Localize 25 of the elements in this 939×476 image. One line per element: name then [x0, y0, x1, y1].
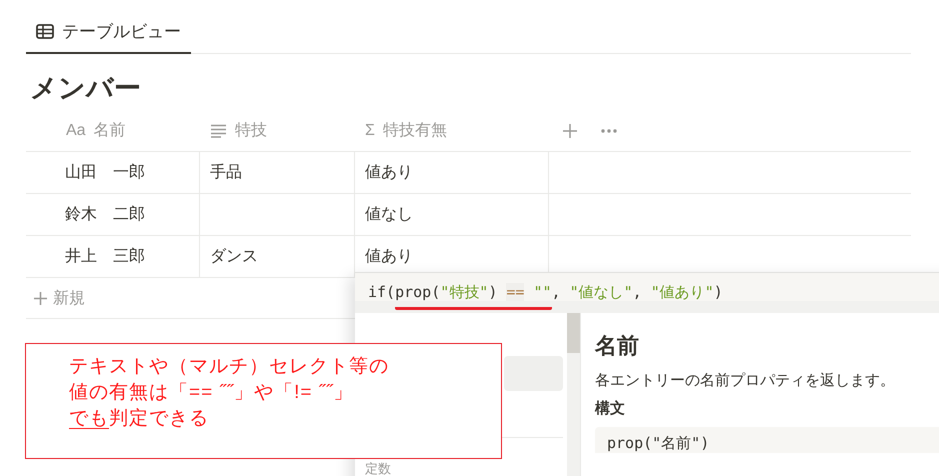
new-row-button[interactable]: 新規 — [26, 288, 93, 308]
table-cell: 手品 — [200, 152, 355, 193]
lines-icon — [210, 124, 227, 138]
detail-description: 各エントリーの名前プロパティを返します。 — [595, 371, 896, 391]
column-header[interactable]: 特技 — [200, 110, 355, 151]
syntax-heading: 構文 — [595, 399, 626, 419]
database-title: メンバー — [30, 72, 142, 105]
scrollbar[interactable] — [567, 313, 580, 476]
detail-title: 名前 — [595, 333, 640, 359]
table-cell: 値なし — [355, 194, 549, 235]
sigma-icon: Σ — [365, 122, 375, 140]
column-header[interactable]: Aa 名前 — [26, 110, 200, 151]
column-header[interactable]: Σ 特技有無 — [355, 110, 549, 151]
table-cell: 山田 一郎 — [26, 152, 200, 193]
view-tab[interactable]: テーブルビュー — [26, 18, 191, 54]
table-cell: 鈴木 二郎 — [26, 194, 200, 235]
annotation-text: テキストや（マルチ）セレクト等の 値の有無は「== ˝˝」や「!= ˝˝」 でも 判定できる — [69, 355, 389, 431]
table-cell: 井上 三郎 — [26, 236, 200, 277]
syntax-code: prop("名前") — [595, 427, 939, 453]
text-type-icon: Aa — [66, 122, 86, 140]
plus-icon[interactable] — [563, 124, 577, 138]
more-icon[interactable] — [601, 128, 617, 132]
table-cell: 値あり — [355, 152, 549, 193]
plus-icon — [34, 292, 47, 304]
table-icon — [36, 24, 54, 39]
